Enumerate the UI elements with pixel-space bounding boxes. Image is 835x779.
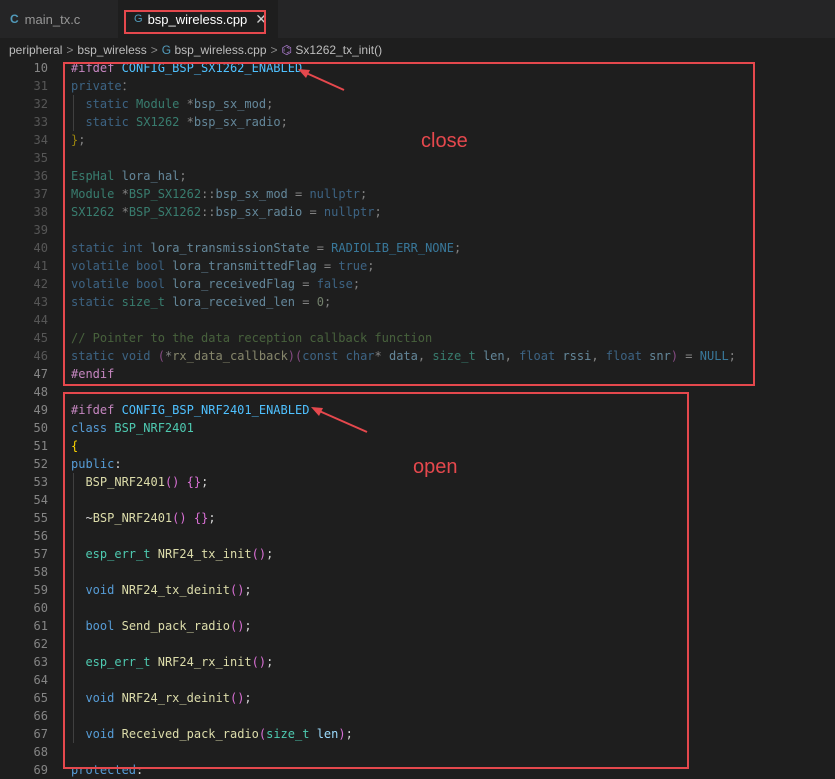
arrowhead-close	[298, 69, 310, 78]
arrowhead-open	[311, 407, 323, 416]
arrow-close	[303, 71, 345, 91]
annotation-arrows	[298, 69, 368, 433]
arrow-open	[316, 409, 368, 433]
